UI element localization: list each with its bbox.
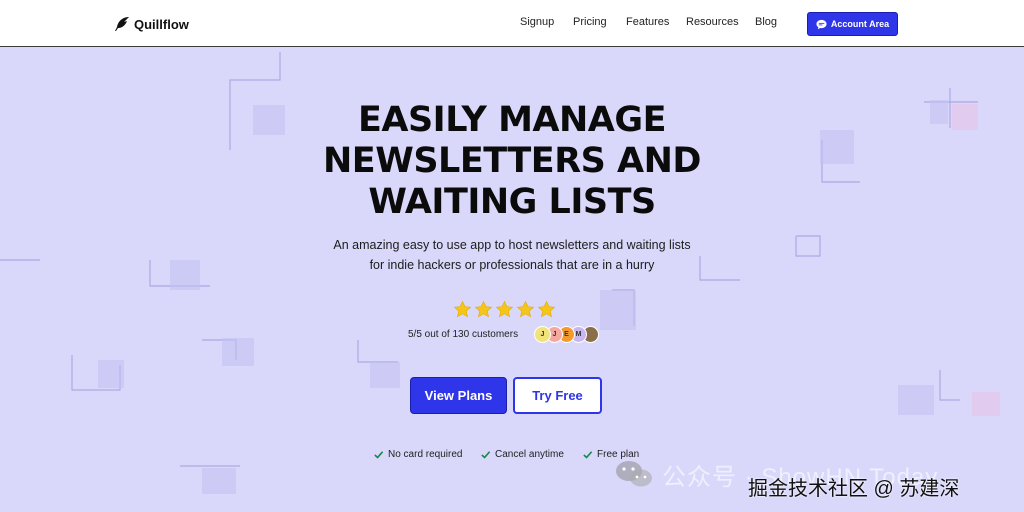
nav-link-features[interactable]: Features: [626, 16, 669, 28]
rating-stars: [453, 300, 563, 322]
star-icon: [495, 300, 514, 318]
chat-bubble-icon: [816, 19, 827, 29]
watermark: 公众号 · ShowHN Today 掘金技术社区 @ 苏建深: [614, 452, 959, 500]
nav-link-pricing[interactable]: Pricing: [573, 16, 607, 28]
view-plans-button[interactable]: View Plans: [410, 377, 507, 414]
hero-title-line: EASILY MANAGE: [357, 100, 667, 140]
nav-link-blog[interactable]: Blog: [755, 16, 777, 28]
brand-name: Quillflow: [134, 16, 189, 32]
hero-subtitle-line: An amazing easy to use app to host newsl…: [333, 238, 691, 252]
account-area-label: Account Area: [830, 19, 890, 29]
star-icon: [516, 300, 535, 318]
feature-cancel-anytime: Cancel anytime: [480, 447, 564, 461]
nav-link-resources[interactable]: Resources: [686, 16, 739, 28]
hero-title-line: NEWSLETTERS AND: [323, 141, 701, 181]
checkmark-icon: [583, 450, 593, 459]
rating-text: 5/5 out of 130 customers: [408, 329, 519, 340]
brand[interactable]: Quillflow: [114, 14, 189, 34]
top-navbar: Quillflow Signup Pricing Features Resour…: [0, 0, 1024, 47]
feature-label: No card required: [388, 448, 463, 460]
customer-avatar: J: [534, 326, 551, 343]
customer-avatars: JJEM: [534, 326, 599, 344]
feature-label: Cancel anytime: [495, 448, 564, 460]
try-free-button[interactable]: Try Free: [513, 377, 602, 414]
wechat-icon: [616, 461, 652, 487]
hero-title-line: WAITING LISTS: [368, 182, 656, 222]
hero-subtitle-line: for indie hackers or professionals that …: [369, 258, 655, 272]
feature-no-card: No card required: [373, 447, 462, 461]
checkmark-icon: [481, 450, 491, 459]
hero-title: EASILY MANAGE NEWSLETTERS AND WAITING LI…: [262, 100, 762, 223]
star-icon: [537, 300, 556, 318]
star-icon: [474, 300, 493, 318]
account-area-button[interactable]: Account Area: [807, 12, 898, 36]
nav-link-signup[interactable]: Signup: [520, 16, 554, 28]
checkmark-icon: [374, 450, 384, 459]
star-icon: [453, 300, 472, 318]
hero-subtitle: An amazing easy to use app to host newsl…: [300, 235, 724, 275]
quill-logo-icon: [115, 17, 129, 31]
watermark-platform: 掘金技术社区 @ 苏建深: [748, 478, 960, 500]
